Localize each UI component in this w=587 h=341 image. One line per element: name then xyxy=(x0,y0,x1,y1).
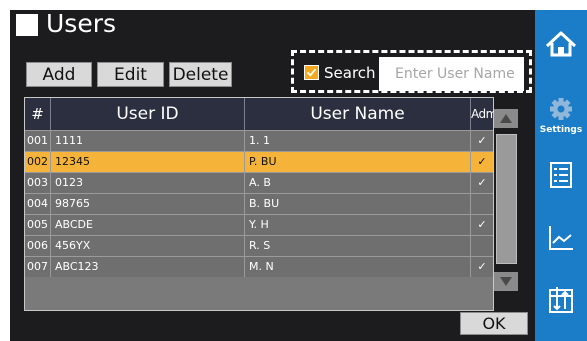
delete-button[interactable]: Delete xyxy=(169,62,232,87)
cell-number: 001 xyxy=(25,131,51,151)
table-row[interactable]: 006 456YX R. S xyxy=(25,235,493,256)
search-input[interactable] xyxy=(379,57,524,91)
column-header-user-name: User Name xyxy=(245,98,471,130)
cell-user-id: 1111 xyxy=(51,131,245,151)
users-screen: Users Add Edit Delete Search # User ID U… xyxy=(0,0,587,341)
admin-check-icon: ✓ xyxy=(477,155,487,168)
scroll-down-button[interactable] xyxy=(494,272,518,291)
cell-user-id: 0123 xyxy=(51,173,245,193)
cell-user-name: A. B xyxy=(245,173,471,193)
column-header-user-id: User ID xyxy=(51,98,245,130)
cell-user-name: 1. 1 xyxy=(245,131,471,151)
cell-user-name: P. BU xyxy=(245,152,471,172)
column-header-admin: Admin xyxy=(471,107,507,121)
cell-number: 004 xyxy=(25,194,51,214)
cell-number: 006 xyxy=(25,236,51,256)
transfer-icon xyxy=(549,287,573,313)
sidebar-item-chart[interactable] xyxy=(535,220,587,256)
sidebar-item-home[interactable] xyxy=(535,22,587,62)
sidebar-item-settings[interactable]: Settings xyxy=(535,94,587,142)
cell-number: 007 xyxy=(25,257,51,277)
check-icon xyxy=(306,68,317,77)
page-title: Users xyxy=(46,9,117,38)
table-row[interactable]: 007 ABC123 M. N ✓ xyxy=(25,256,493,277)
title-square-icon xyxy=(16,14,38,36)
admin-check-icon: ✓ xyxy=(477,218,487,231)
chart-icon xyxy=(549,226,573,250)
table-header: # User ID User Name Admin xyxy=(25,98,507,130)
cell-user-name: B. BU xyxy=(245,194,471,214)
scroll-up-button[interactable] xyxy=(494,109,518,128)
triangle-up-icon xyxy=(500,114,512,123)
admin-check-icon: ✓ xyxy=(477,176,487,189)
edit-button[interactable]: Edit xyxy=(97,62,164,87)
admin-check-icon: ✓ xyxy=(477,260,487,273)
gear-icon xyxy=(550,98,572,120)
table-row[interactable]: 004 98765 B. BU xyxy=(25,193,493,214)
admin-check-icon xyxy=(471,194,493,214)
search-label: Search xyxy=(324,64,376,82)
sidebar-item-transfer[interactable] xyxy=(535,282,587,318)
cell-number: 005 xyxy=(25,215,51,235)
cell-user-id: ABC123 xyxy=(51,257,245,277)
cell-user-id: 12345 xyxy=(51,152,245,172)
scrollbar-thumb[interactable] xyxy=(496,134,517,264)
admin-check-icon xyxy=(471,236,493,256)
home-icon xyxy=(545,31,577,57)
cell-user-id: ABCDE xyxy=(51,215,245,235)
table-row[interactable]: 005 ABCDE Y. H ✓ xyxy=(25,214,493,235)
cell-user-id: 456YX xyxy=(51,236,245,256)
cell-number: 002 xyxy=(25,152,51,172)
ok-button[interactable]: OK xyxy=(460,312,528,335)
list-icon xyxy=(550,162,572,188)
column-header-number: # xyxy=(25,98,51,130)
cell-user-name: M. N xyxy=(245,257,471,277)
table-row[interactable]: 003 0123 A. B ✓ xyxy=(25,172,493,193)
sidebar-item-label: Settings xyxy=(539,125,583,135)
sidebar: Settings xyxy=(535,10,587,341)
admin-check-icon: ✓ xyxy=(477,134,487,147)
sidebar-item-list[interactable] xyxy=(535,158,587,194)
cell-user-id: 98765 xyxy=(51,194,245,214)
triangle-down-icon xyxy=(500,277,512,286)
add-button[interactable]: Add xyxy=(26,62,92,87)
cell-user-name: Y. H xyxy=(245,215,471,235)
search-checkbox[interactable] xyxy=(304,65,319,80)
table-row[interactable]: 001 1111 1. 1 ✓ xyxy=(25,130,493,151)
cell-number: 003 xyxy=(25,173,51,193)
table-row-selected[interactable]: 002 12345 P. BU ✓ xyxy=(25,151,493,172)
cell-user-name: R. S xyxy=(245,236,471,256)
